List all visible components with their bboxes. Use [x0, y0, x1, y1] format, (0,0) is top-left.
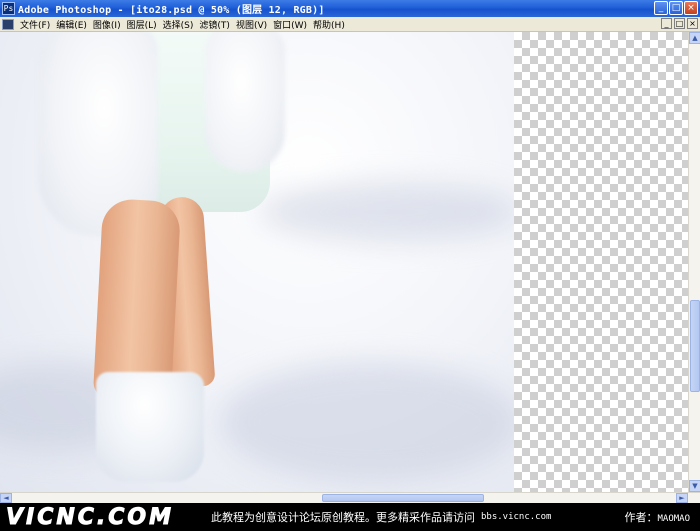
document-canvas[interactable]: [0, 32, 514, 492]
title-bar: Ps Adobe Photoshop - [ito28.psd @ 50% (图…: [0, 0, 700, 17]
horizontal-scroll-thumb[interactable]: [322, 494, 484, 502]
photoshop-app-icon[interactable]: Ps: [2, 2, 15, 15]
menu-select[interactable]: 选择(S): [160, 18, 197, 31]
watermark-url: bbs.vicnc.com: [481, 512, 552, 522]
vertical-scroll-thumb[interactable]: [690, 300, 700, 392]
watermark-bar: VICNC.COM 此教程为创意设计论坛原创教程。更多精采作品请访问 bbs.v…: [0, 503, 700, 531]
fur-boot-artwork: [96, 372, 204, 482]
horizontal-scrollbar[interactable]: ◄ ►: [0, 492, 700, 503]
maximize-button[interactable]: □: [669, 1, 683, 15]
transparent-canvas-area[interactable]: [514, 32, 688, 492]
scroll-up-arrow-icon[interactable]: ▲: [689, 32, 700, 44]
author-name: MAOMAO: [657, 514, 690, 524]
watermark-text: 此教程为创意设计论坛原创教程。更多精采作品请访问: [211, 511, 475, 524]
menu-help[interactable]: 帮助(H): [310, 18, 348, 31]
menu-layer[interactable]: 图层(L): [124, 18, 160, 31]
scroll-down-arrow-icon[interactable]: ▼: [689, 480, 700, 492]
snow-shadow: [220, 362, 514, 482]
menu-image[interactable]: 图像(I): [90, 18, 124, 31]
doc-close-button[interactable]: ×: [687, 18, 698, 29]
menu-file[interactable]: 文件(F): [17, 18, 53, 31]
document-icon[interactable]: [2, 18, 14, 30]
author-label: 作者：: [624, 511, 658, 524]
scroll-right-arrow-icon[interactable]: ►: [676, 493, 688, 503]
watermark-author: 作者：MAOMAO: [624, 509, 690, 525]
menu-filter[interactable]: 滤镜(T): [196, 18, 233, 31]
snow-shadow: [260, 182, 514, 242]
menu-window[interactable]: 窗口(W): [270, 18, 310, 31]
scroll-left-arrow-icon[interactable]: ◄: [0, 493, 12, 503]
minimize-button[interactable]: _: [654, 1, 668, 15]
menu-bar: 文件(F) 编辑(E) 图像(I) 图层(L) 选择(S) 滤镜(T) 视图(V…: [0, 17, 700, 32]
doc-minimize-button[interactable]: _: [661, 18, 672, 29]
menu-view[interactable]: 视图(V): [233, 18, 270, 31]
menu-edit[interactable]: 编辑(E): [53, 18, 90, 31]
fur-coat-right-artwork: [205, 32, 285, 172]
vertical-scrollbar[interactable]: ▲ ▼: [688, 32, 700, 492]
close-button[interactable]: ×: [684, 1, 698, 15]
document-controls: _ □ ×: [661, 18, 698, 29]
window-title: Adobe Photoshop - [ito28.psd @ 50% (图层 1…: [18, 5, 325, 16]
window-controls: _ □ ×: [654, 1, 698, 15]
doc-restore-button[interactable]: □: [674, 18, 685, 29]
vicnc-logo: VICNC.COM: [6, 504, 175, 530]
